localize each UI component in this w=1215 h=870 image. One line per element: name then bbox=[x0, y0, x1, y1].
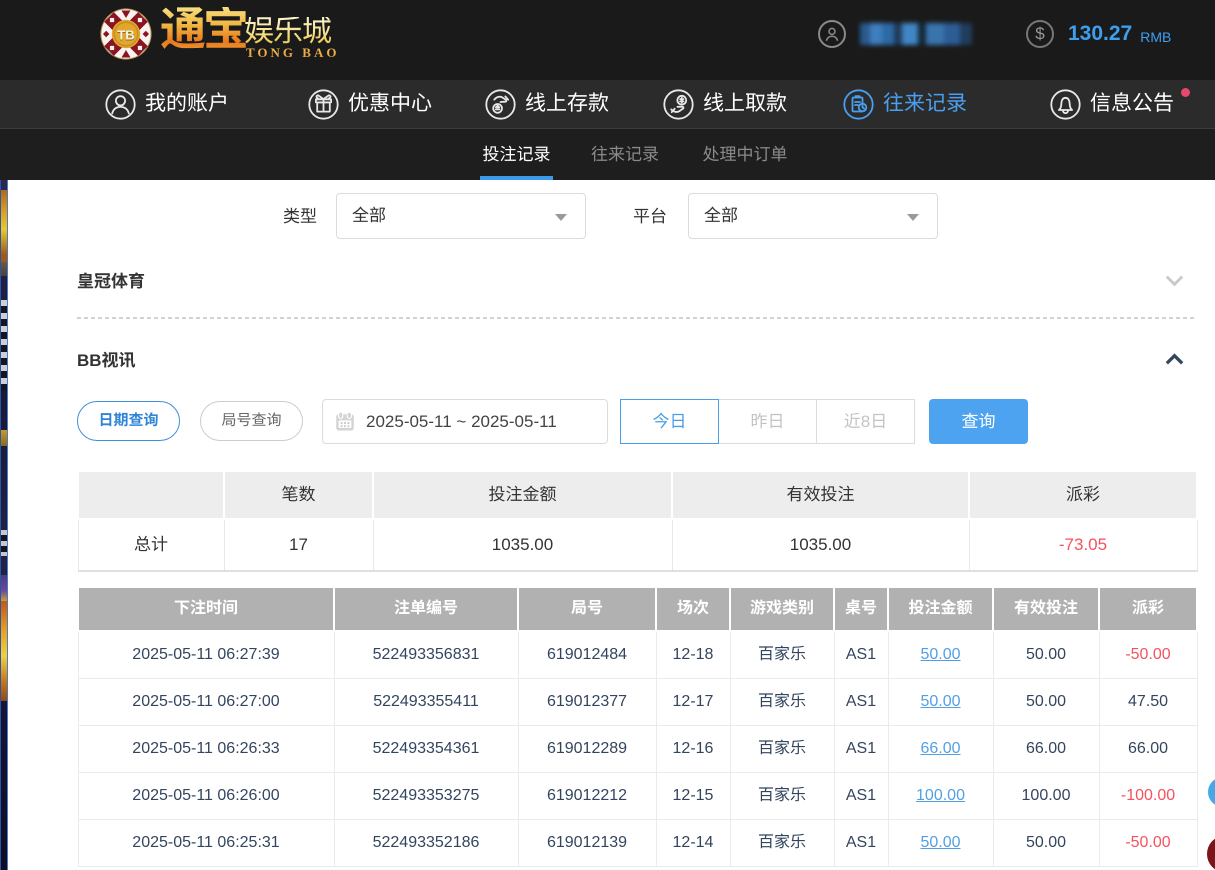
svg-text:TB: TB bbox=[117, 28, 134, 43]
